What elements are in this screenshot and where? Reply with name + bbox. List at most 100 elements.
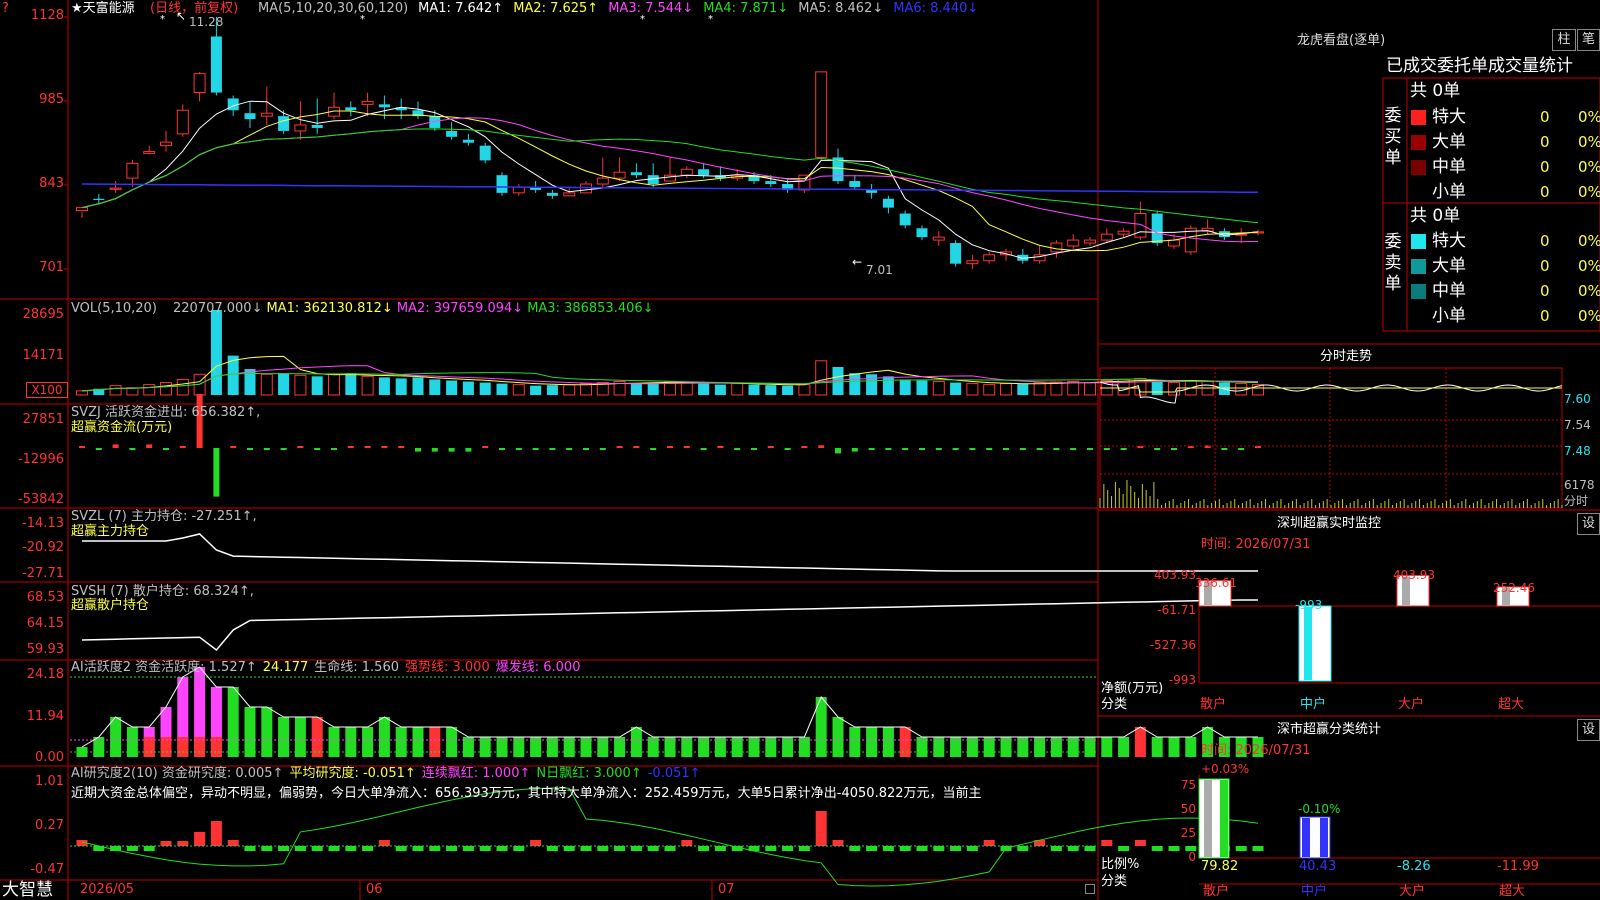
sz-bar-1 — [1298, 605, 1332, 682]
vol-unit-button[interactable]: X100 — [26, 382, 68, 398]
research-bar — [899, 846, 911, 851]
candle-body — [798, 174, 811, 191]
sz-value-3: 252.46 — [1493, 581, 1535, 595]
sz-category-1: 中户 — [1300, 697, 1327, 712]
ai-tick-2: 11.94 — [26, 709, 64, 724]
ss-settings-button[interactable]: 设 — [1577, 719, 1600, 741]
air-item-4: -0.051↑ — [647, 766, 701, 781]
ma-legend: MA(5,10,20,30,60,120) MA1: 7.642↑ MA2: 7.6… — [258, 1, 988, 17]
volume-bar — [1033, 382, 1046, 396]
vol-tick-1: 28695 — [22, 307, 64, 322]
candle-body — [76, 207, 88, 212]
tick-mode-button[interactable]: 笔 — [1577, 29, 1600, 51]
candle-body — [815, 71, 828, 158]
fs-tick-2: 7.54 — [1564, 418, 1591, 432]
candle-body — [765, 181, 777, 185]
flow-bar — [599, 448, 606, 450]
sz-bar-shade-1 — [1304, 607, 1312, 680]
volume-bar — [1235, 383, 1248, 396]
candle-body — [1100, 233, 1113, 241]
flow-bar — [717, 446, 724, 448]
volume-bar — [294, 374, 307, 396]
sell-orders-label: 委卖单 — [1384, 232, 1402, 294]
sz-category-3: 超大 — [1498, 697, 1525, 712]
flow-bar — [683, 446, 690, 448]
volume-bar — [815, 360, 828, 396]
lhk-title: 龙虎看盘(逐单) — [1297, 33, 1386, 48]
flow-bar — [448, 448, 455, 452]
activity-bar — [227, 687, 239, 757]
brand-logo[interactable]: 大智慧 — [2, 880, 53, 900]
flow-bar — [95, 448, 102, 450]
candle-body — [563, 192, 576, 197]
flow-bar — [1103, 448, 1110, 450]
volume-bar — [210, 310, 222, 395]
candle-body — [361, 100, 374, 105]
ss-category-0: 散户 — [1203, 884, 1230, 899]
candle-body — [176, 109, 189, 135]
sell-total: 共 0单 — [1410, 206, 1461, 226]
flow-bar — [549, 448, 556, 450]
research-bar — [194, 832, 206, 846]
research-bar — [765, 846, 777, 851]
candle-body — [680, 168, 693, 176]
flow-bar — [734, 448, 741, 450]
research-bar — [782, 846, 794, 851]
flow-bar — [381, 446, 388, 448]
svzl-tick-2: -20.92 — [22, 540, 64, 555]
buy-row-pct-3: 0% — [1578, 183, 1600, 201]
volume-bar — [580, 383, 592, 396]
research-bar — [1134, 840, 1146, 846]
flow-bar — [784, 448, 791, 450]
activity-bar — [1185, 737, 1197, 757]
ma-item-4: MA4: 7.871↓ — [703, 1, 789, 16]
research-bar — [597, 846, 609, 851]
svzl-tick-1: -14.13 — [22, 516, 64, 531]
flow-bar — [851, 448, 858, 452]
sell-row-swatch-2 — [1411, 284, 1426, 299]
volume-bar — [647, 382, 659, 395]
candle-body — [899, 213, 911, 226]
buy-row-val-2: 0 — [1540, 158, 1550, 176]
date-label-1: 2026/05 — [80, 882, 135, 897]
flow-bar — [196, 394, 203, 448]
sz-time: 时间: 2026/07/31 — [1201, 537, 1311, 552]
svzj-tick-2: -12996 — [17, 452, 64, 467]
research-bar — [261, 846, 273, 851]
buy-total: 共 0单 — [1410, 81, 1461, 101]
research-bar — [1067, 846, 1079, 851]
stock-title[interactable]: ★天富能源 — [71, 1, 135, 17]
flow-bar — [163, 448, 169, 450]
volume-bar — [546, 385, 558, 395]
volume-bar — [378, 377, 390, 395]
research-bar — [698, 846, 710, 851]
ss-top-label-1: +0.03% — [1201, 762, 1250, 776]
flow-bar — [616, 446, 623, 448]
sz-settings-button[interactable]: 设 — [1577, 513, 1600, 535]
sell-row-label-0: 特大 — [1432, 231, 1466, 251]
bar-mode-button[interactable]: 柱 — [1552, 29, 1576, 51]
air-tick-1: 1.01 — [35, 774, 64, 789]
research-bar — [714, 846, 726, 851]
volume-bar — [143, 384, 156, 396]
flow-bar — [515, 448, 522, 450]
kline-chart-canvas[interactable]: ↖←* * * * — [0, 0, 1600, 900]
activity-bar — [714, 737, 726, 757]
volume-bar — [496, 383, 508, 395]
flow-bar — [1019, 448, 1026, 450]
activity-bar — [1168, 737, 1180, 757]
lock-icon[interactable] — [1085, 884, 1095, 894]
activity-bar — [983, 737, 995, 757]
candle-body — [345, 107, 357, 111]
flow-bar — [398, 446, 405, 448]
volume-bar — [630, 383, 642, 395]
ss-value-0: 79.82 — [1201, 859, 1239, 874]
flow-bar — [247, 448, 253, 450]
candle-body — [378, 104, 390, 108]
buy-row-label-2: 中单 — [1432, 157, 1466, 177]
ai-item-0: AI活跃度2 资金活跃度: 1.527↑ — [71, 660, 257, 675]
order-stats-title: 已成交委托单成交量统计 — [1386, 56, 1573, 76]
sell-row-val-2: 0 — [1540, 282, 1550, 300]
buy-row-swatch-2 — [1411, 160, 1426, 175]
svsh-tick-3: 59.93 — [26, 642, 64, 657]
